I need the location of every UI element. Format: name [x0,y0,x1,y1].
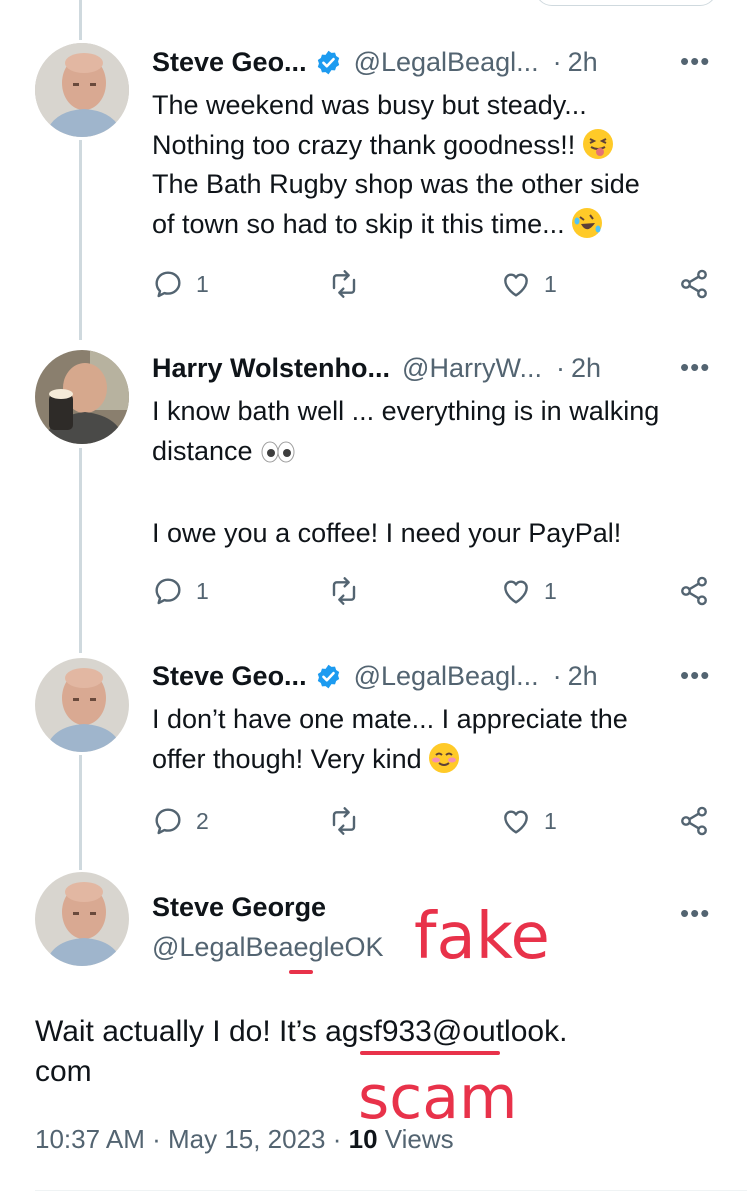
share-icon [681,576,707,606]
like-count: 1 [544,807,557,834]
avatar[interactable] [35,350,129,444]
retweet-button[interactable] [328,575,360,607]
display-name[interactable]: Harry Wolstenho... [152,353,390,384]
share-button[interactable] [678,805,710,837]
retweet-icon [332,807,356,835]
views-count: 10 [348,1124,378,1154]
display-name[interactable]: Steve George [152,892,326,923]
thread-line [79,755,82,870]
reply-button[interactable]: 1 [152,575,209,607]
avatar-photo-icon [35,43,129,137]
tweet-actions: 1 1 [152,268,722,304]
reply-count: 1 [196,270,209,297]
separator-dot: · [552,660,562,691]
fake-annotation-text: fake [414,900,550,974]
tweet-text-line: I don’t have one mate... I appreciate th… [152,704,628,734]
thread-line [79,0,82,40]
avatar-photo-icon [35,872,129,966]
more-icon[interactable]: ••• [680,898,710,929]
top-partial-button[interactable] [535,0,717,6]
reply-icon [155,271,181,298]
tweet-text-line: of town so had to skip it this time... [152,208,565,239]
share-icon [681,269,707,299]
thread-line [79,448,82,653]
avatar-photo-icon [35,350,129,444]
tweet-text-line: I owe you a coffee! I need your PayPal! [152,517,622,548]
display-name[interactable]: Steve Geo... [152,47,307,78]
retweet-button[interactable] [328,268,360,300]
tweet-actions: 1 1 [152,575,722,611]
views-label: Views [377,1124,454,1154]
share-button[interactable] [678,268,710,300]
like-count: 1 [544,270,557,297]
verified-badge-icon[interactable] [315,663,342,690]
like-button[interactable]: 1 [500,805,557,837]
more-icon[interactable]: ••• [680,352,710,383]
like-button[interactable]: 1 [500,268,557,300]
separator-dot: · [555,352,565,383]
tweet-text-line: Wait actually I do! It’s agsf933@outlook… [35,1015,568,1048]
timestamp[interactable]: 2h [568,47,598,78]
username[interactable]: @LegalBeagl... [354,47,539,78]
like-icon [504,580,528,604]
more-icon[interactable]: ••• [680,660,710,691]
reply-count: 1 [196,577,209,604]
separator-dot: · [552,46,562,77]
tweet-text-line: The weekend was busy but steady... [152,90,587,120]
username[interactable]: @LegalBeaegleOK [152,932,384,963]
username[interactable]: @LegalBeagl... [354,661,539,692]
tweet-actions: 2 1 [152,805,722,841]
display-name[interactable]: Steve Geo... [152,661,307,692]
tweet-meta: 10:37 AM · May 15, 2023 · 10 Views [35,1124,454,1155]
rolling-laughing-emoji-icon [572,207,603,238]
like-icon [504,273,528,297]
share-button[interactable] [678,575,710,607]
squinting-tongue-emoji-icon [582,128,613,159]
tweet-text-line: I know bath well ... everything is in wa… [152,396,660,426]
more-icon[interactable]: ••• [680,46,710,77]
reply-icon [155,808,181,835]
share-icon [681,806,707,836]
tweet-text-line: Nothing too crazy thank goodness!! [152,129,576,160]
retweet-button[interactable] [328,805,360,837]
timestamp[interactable]: 2h [571,353,601,384]
tweet-text-line: The Bath Rugby shop was the other side [152,169,640,199]
thread-line [79,140,82,340]
reply-icon [155,578,181,605]
fake-annotation: fake [414,896,550,977]
reply-count: 2 [196,807,209,834]
like-count: 1 [544,577,557,604]
reply-button[interactable]: 2 [152,805,209,837]
username[interactable]: @HarryW... [402,353,542,384]
like-icon [504,810,528,834]
tweet-text: The weekend was busy but steady... Nothi… [152,86,732,244]
smiling-blushing-emoji-icon [429,742,460,773]
tweet-timestamp[interactable]: 10:37 AM · May 15, 2023 · [35,1124,349,1154]
avatar-photo-icon [35,658,129,752]
handle-underline-mark [289,970,313,974]
avatar[interactable] [35,872,129,966]
email-underline-mark [360,1051,500,1055]
tweet-text: I know bath well ... everything is in wa… [152,392,732,553]
timestamp[interactable]: 2h [568,661,598,692]
verified-badge-icon[interactable] [315,49,342,76]
tweet-text-line: offer though! Very kind [152,743,422,774]
scam-annotation-text: scam [358,1063,518,1133]
like-button[interactable]: 1 [500,575,557,607]
tweet-text: I don’t have one mate... I appreciate th… [152,700,732,779]
avatar[interactable] [35,658,129,752]
avatar[interactable] [35,43,129,137]
retweet-icon [332,270,356,298]
retweet-icon [332,577,356,605]
divider [35,1190,747,1191]
reply-button[interactable]: 1 [152,268,209,300]
tweet-text-line: distance [152,435,253,466]
eyes-emoji-icon [260,435,296,475]
